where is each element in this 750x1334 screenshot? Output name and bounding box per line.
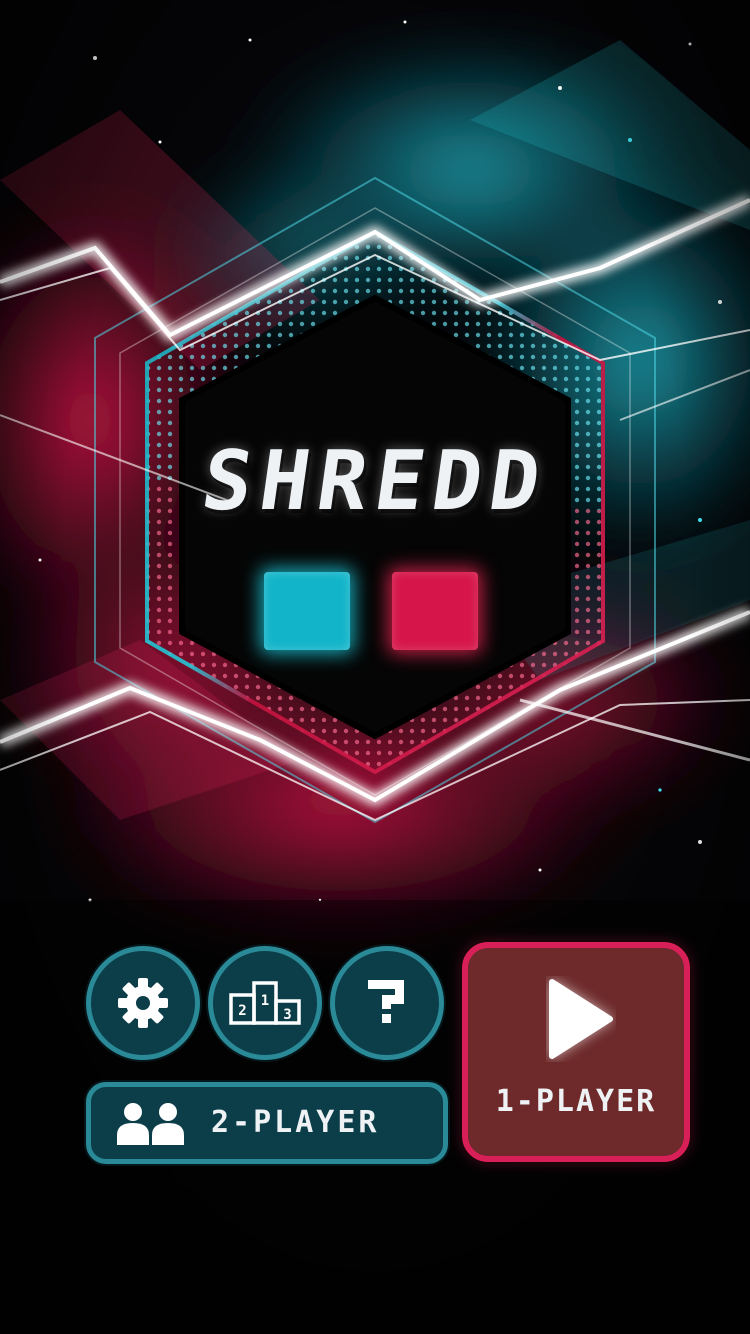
red-block: [392, 572, 478, 650]
game-title: SHREDD: [196, 434, 554, 529]
cyan-block: [264, 572, 350, 650]
gear-icon: [118, 978, 168, 1028]
two-player-label: 2-PLAYER: [211, 1105, 380, 1140]
podium-second: 2: [238, 1003, 246, 1019]
one-player-button[interactable]: 1-PLAYER: [462, 942, 690, 1162]
one-player-label: 1-PLAYER: [495, 1084, 657, 1119]
podium-icon: 1 2 3: [229, 981, 301, 1025]
two-people-icon: [117, 1103, 184, 1145]
question-icon: [368, 980, 404, 1023]
play-icon: [549, 979, 613, 1059]
podium-first: 1: [261, 993, 269, 1009]
settings-button[interactable]: [86, 946, 200, 1060]
two-player-button[interactable]: 2-PLAYER: [86, 1082, 448, 1164]
help-button[interactable]: [330, 946, 444, 1060]
game-menu-screen: SHREDD 1 2 3 2-PLAYER 1-PLAYER: [0, 0, 750, 1334]
leaderboard-button[interactable]: 1 2 3: [208, 946, 322, 1060]
podium-third: 3: [283, 1007, 291, 1023]
